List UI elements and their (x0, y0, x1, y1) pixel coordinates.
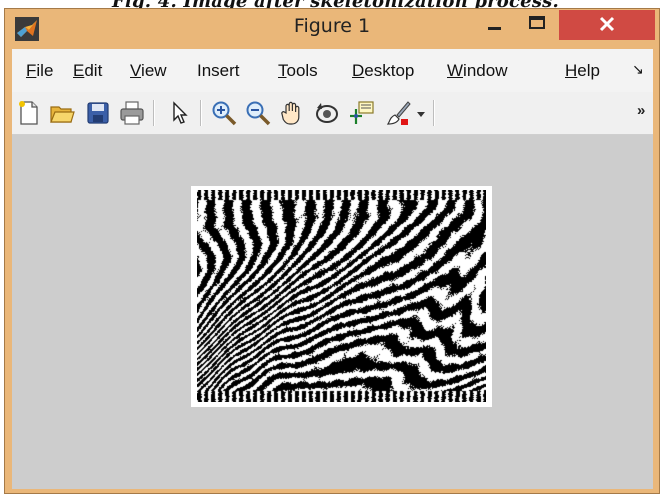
menu-window[interactable]: Window (447, 61, 542, 81)
menu-file[interactable]: File (26, 61, 53, 81)
toolbar-overflow-button[interactable]: » (637, 102, 645, 119)
zoom-in-icon (212, 101, 237, 126)
select-arrow-button[interactable] (165, 99, 193, 127)
menu-tools[interactable]: Tools (278, 61, 344, 81)
select-arrow-icon (173, 101, 188, 124)
menu-help[interactable]: Help (565, 61, 600, 81)
brush-dropdown-button[interactable] (413, 99, 429, 127)
minimize-icon (488, 27, 501, 30)
menu-view[interactable]: View (130, 61, 167, 81)
data-cursor-button[interactable] (348, 99, 376, 127)
maximize-button[interactable] (515, 10, 559, 40)
data-cursor-icon (350, 101, 374, 124)
toolbar-separator (153, 100, 155, 126)
minimize-button[interactable] (475, 10, 515, 40)
figure-canvas-area (12, 135, 653, 489)
print-button[interactable] (118, 99, 146, 127)
zoom-out-button[interactable] (244, 99, 272, 127)
dropdown-arrow-icon (417, 112, 425, 117)
brush-button[interactable] (384, 99, 412, 127)
rotate-3d-button[interactable] (313, 99, 341, 127)
save-button[interactable] (84, 99, 112, 127)
zoom-out-icon (246, 101, 271, 126)
close-icon (599, 16, 615, 32)
menu-overflow-icon[interactable]: ↘ (632, 61, 644, 78)
new-figure-icon (19, 101, 38, 125)
zoom-in-button[interactable] (210, 99, 238, 127)
skeleton-image (197, 190, 486, 402)
figure-toolbar: » (12, 92, 653, 135)
rotate-3d-icon (316, 103, 338, 123)
toolbar-separator (200, 100, 202, 126)
brush-icon (386, 101, 411, 125)
title-bar[interactable]: Figure 1 (5, 9, 659, 49)
menu-insert[interactable]: Insert (197, 61, 269, 81)
pan-button[interactable] (278, 99, 306, 127)
save-icon (87, 102, 109, 124)
print-icon (120, 101, 144, 125)
close-button[interactable] (559, 10, 655, 40)
image-axes (191, 186, 492, 407)
open-file-button[interactable] (48, 99, 76, 127)
toolbar-separator (433, 100, 435, 126)
maximize-icon (529, 16, 545, 29)
menu-desktop[interactable]: Desktop (352, 61, 438, 81)
new-figure-button[interactable] (15, 99, 43, 127)
menu-bar: File Edit View Insert Tools Desktop Wind… (12, 49, 653, 92)
open-file-icon (50, 106, 75, 123)
pan-hand-icon (281, 101, 300, 125)
figure-client-area: File Edit View Insert Tools Desktop Wind… (12, 49, 653, 489)
matlab-figure-window: Figure 1 File Edit View Insert Tools Des… (4, 8, 660, 494)
menu-edit[interactable]: Edit (73, 61, 102, 81)
